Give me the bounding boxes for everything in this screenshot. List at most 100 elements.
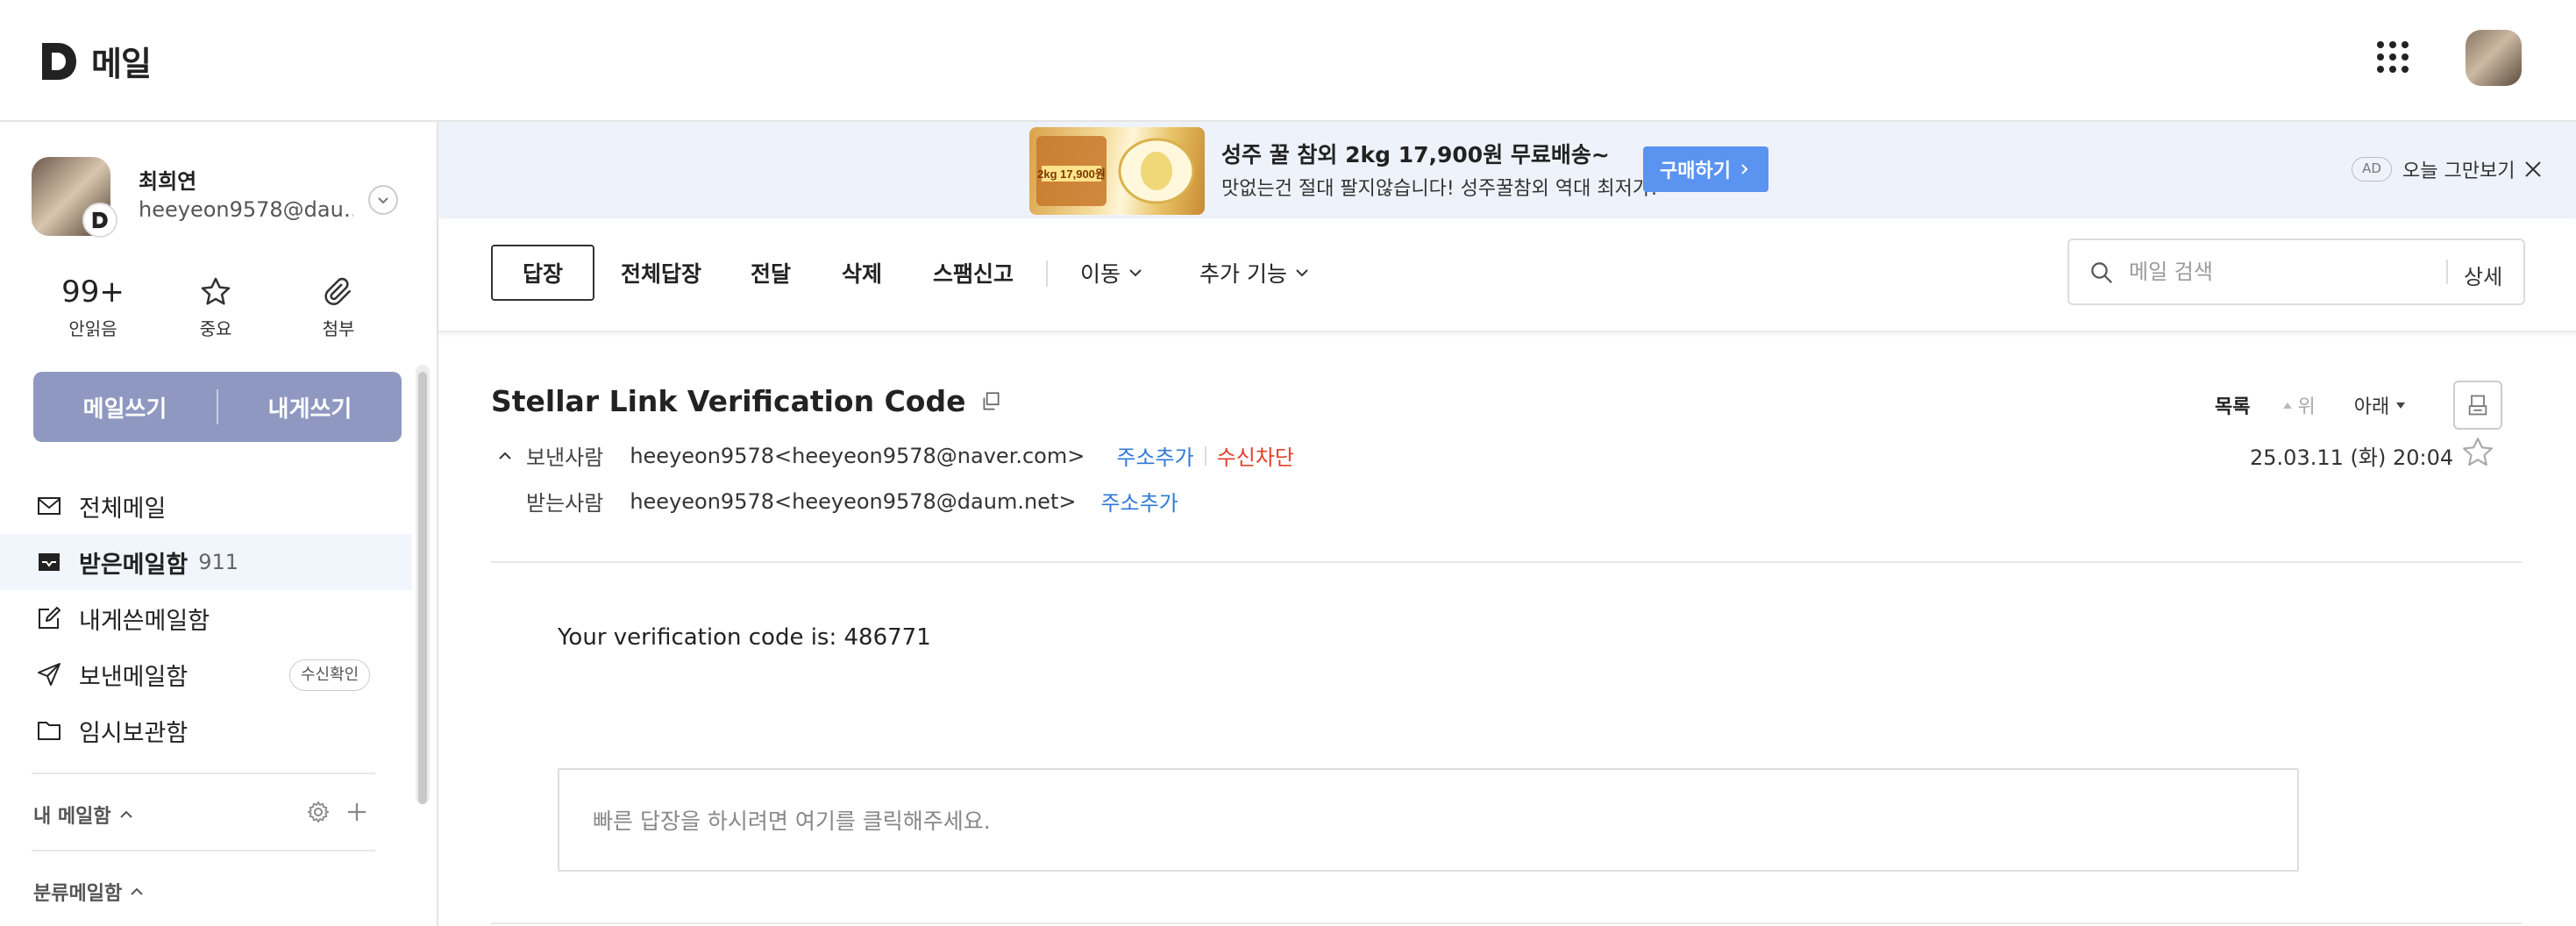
unread-stat[interactable]: 99+ 안읽음 <box>40 274 146 340</box>
edit-icon <box>39 607 60 629</box>
move-dropdown[interactable]: 이동 <box>1080 245 1143 301</box>
print-button[interactable] <box>2453 381 2502 430</box>
ad-image[interactable]: 2kg 17,900원 <box>1029 127 1205 215</box>
more-actions-dropdown[interactable]: 추가 기능 <box>1199 245 1310 301</box>
list-button[interactable]: 목록 <box>2215 391 2250 419</box>
user-avatar[interactable] <box>2466 30 2522 86</box>
sender-add-address-link[interactable]: 주소추가 <box>1116 440 1193 471</box>
chevron-up-icon[interactable] <box>496 447 514 465</box>
sidebar-divider <box>32 850 375 851</box>
logo-text: 메일 <box>91 45 152 83</box>
mail-body: Your verification code is: 486771 <box>558 624 931 651</box>
ad-buy-button[interactable]: 구매하기 <box>1643 146 1768 192</box>
sidebar-scroll-thumb[interactable] <box>418 372 427 804</box>
recipient-row: 받는사람 heeyeon9578<heeyeon9578@daum.net> 주… <box>526 486 1178 516</box>
plus-icon[interactable] <box>344 799 370 825</box>
link-divider <box>1204 445 1206 466</box>
attachment-stat[interactable]: 첨부 <box>286 274 391 340</box>
profile-email: heeyeon9578@dau… <box>139 197 353 222</box>
header-body-divider <box>491 561 2522 563</box>
daum-badge-icon <box>82 203 117 238</box>
recipient-add-address-link[interactable]: 주소추가 <box>1100 486 1178 516</box>
sidebar: 최희연 heeyeon9578@dau… 99+ 안읽음 중요 첨부 메일쓰기 … <box>0 122 438 926</box>
triangle-down-icon <box>2396 402 2406 409</box>
apps-grid-icon[interactable] <box>2376 40 2409 74</box>
search-icon <box>2091 262 2113 284</box>
reply-all-button[interactable]: 전체답장 <box>621 245 701 301</box>
block-sender-link[interactable]: 수신차단 <box>1217 440 1294 471</box>
delete-button[interactable]: 삭제 <box>842 245 882 301</box>
ad-dismiss-button[interactable]: 오늘 그만보기 <box>2402 155 2543 183</box>
spam-report-button[interactable]: 스팸신고 <box>933 245 1014 301</box>
previous-mail-button[interactable]: 위 <box>2281 391 2316 419</box>
search-divider <box>2446 260 2448 284</box>
compose-mail-button[interactable]: 메일쓰기 <box>33 391 217 424</box>
sidebar-divider <box>32 773 375 774</box>
sender-address[interactable]: heeyeon9578<heeyeon9578@naver.com> <box>630 444 1085 468</box>
copy-icon[interactable] <box>979 390 1002 413</box>
read-receipt-chip[interactable]: 수신확인 <box>289 659 371 691</box>
gear-icon[interactable] <box>305 799 331 825</box>
folder-sent[interactable]: 보낸메일함 수신확인 <box>0 646 412 702</box>
folder-icon <box>38 722 60 740</box>
inbox-count: 911 <box>198 550 239 574</box>
sender-row: 보낸사람 heeyeon9578<heeyeon9578@naver.com> … <box>496 440 1294 471</box>
recipient-label: 받는사람 <box>526 491 604 516</box>
compose-bar: 메일쓰기 내게쓰기 <box>33 372 402 442</box>
search-input[interactable] <box>2129 240 2436 303</box>
folder-self-sent[interactable]: 내게쓴메일함 <box>0 590 412 646</box>
previous-label: 위 <box>2297 396 2316 418</box>
next-mail-button[interactable]: 아래 <box>2354 391 2407 419</box>
reply-button[interactable]: 답장 <box>491 245 594 301</box>
mail-toolbar: 답장 전체답장 전달 삭제 스팸신고 이동 추가 기능 상세 <box>438 218 2576 332</box>
melon-image-icon: 2kg 17,900원 <box>1036 136 1195 206</box>
profile-expand-button[interactable] <box>368 185 398 215</box>
compose-self-button[interactable]: 내게쓰기 <box>218 391 402 424</box>
folder-label: 내게쓴메일함 <box>79 607 210 635</box>
attachment-label: 첨부 <box>322 318 355 339</box>
triangle-up-icon <box>2283 402 2293 409</box>
folder-all-mail[interactable]: 전체메일 <box>0 478 412 534</box>
folder-label: 보낸메일함 <box>79 663 189 691</box>
mail-nav: 목록 위 아래 <box>2215 391 2407 419</box>
my-mailbox-section[interactable]: 내 메일함 <box>33 801 134 829</box>
important-label: 중요 <box>199 318 232 339</box>
daum-mail-logo[interactable]: 메일 <box>39 37 152 85</box>
ad-buy-label: 구매하기 <box>1660 160 1731 182</box>
quick-reply-box[interactable]: 빠른 답장을 하시려면 여기를 클릭해주세요. <box>558 768 2299 872</box>
chevron-down-icon <box>1296 269 1308 277</box>
unread-count: 99+ <box>61 274 125 310</box>
mail-subject: Stellar Link Verification Code <box>491 384 1002 418</box>
search-detail-button[interactable]: 상세 <box>2464 260 2502 290</box>
recipient-address[interactable]: heeyeon9578<heeyeon9578@daum.net> <box>630 489 1076 514</box>
mail-search: 상세 <box>2067 239 2525 305</box>
chevron-up-icon <box>131 887 143 895</box>
folder-label: 임시보관함 <box>79 719 189 747</box>
bottom-divider <box>491 922 2522 924</box>
top-header: 메일 <box>0 0 2576 122</box>
chevron-down-icon <box>378 197 388 204</box>
forward-button[interactable]: 전달 <box>751 245 791 301</box>
daum-logo-icon <box>42 42 76 80</box>
chevron-right-icon <box>1741 164 1748 175</box>
ad-dismiss-label: 오늘 그만보기 <box>2402 160 2516 182</box>
star-icon[interactable] <box>2460 435 2495 470</box>
more-actions-label: 추가 기능 <box>1199 261 1287 287</box>
next-label: 아래 <box>2353 396 2390 418</box>
close-icon <box>2525 161 2542 177</box>
folder-inbox[interactable]: 받은메일함 911 <box>0 534 412 590</box>
folder-drafts[interactable]: 임시보관함 <box>0 702 412 759</box>
important-stat[interactable]: 중요 <box>163 274 268 340</box>
mail-icon <box>38 497 60 515</box>
unread-label: 안읽음 <box>68 318 117 339</box>
ad-banner: 2kg 17,900원 성주 꿀 참외 2kg 17,900원 무료배송~ 맛없… <box>438 122 2576 218</box>
folder-label: 전체메일 <box>79 495 167 523</box>
send-icon <box>38 663 60 686</box>
category-section[interactable]: 분류메일함 <box>33 878 145 906</box>
ad-subtitle: 맛없는건 절대 팔지않습니다! 성주꿀참외 역대 최저가! <box>1221 178 1658 200</box>
ad-title[interactable]: 성주 꿀 참외 2kg 17,900원 무료배송~ <box>1221 138 1610 169</box>
print-icon <box>2468 395 2487 416</box>
ad-image-text: 2kg 17,900원 <box>1037 167 1106 181</box>
chevron-up-icon <box>119 810 132 818</box>
folder-label: 받은메일함 <box>79 551 189 579</box>
